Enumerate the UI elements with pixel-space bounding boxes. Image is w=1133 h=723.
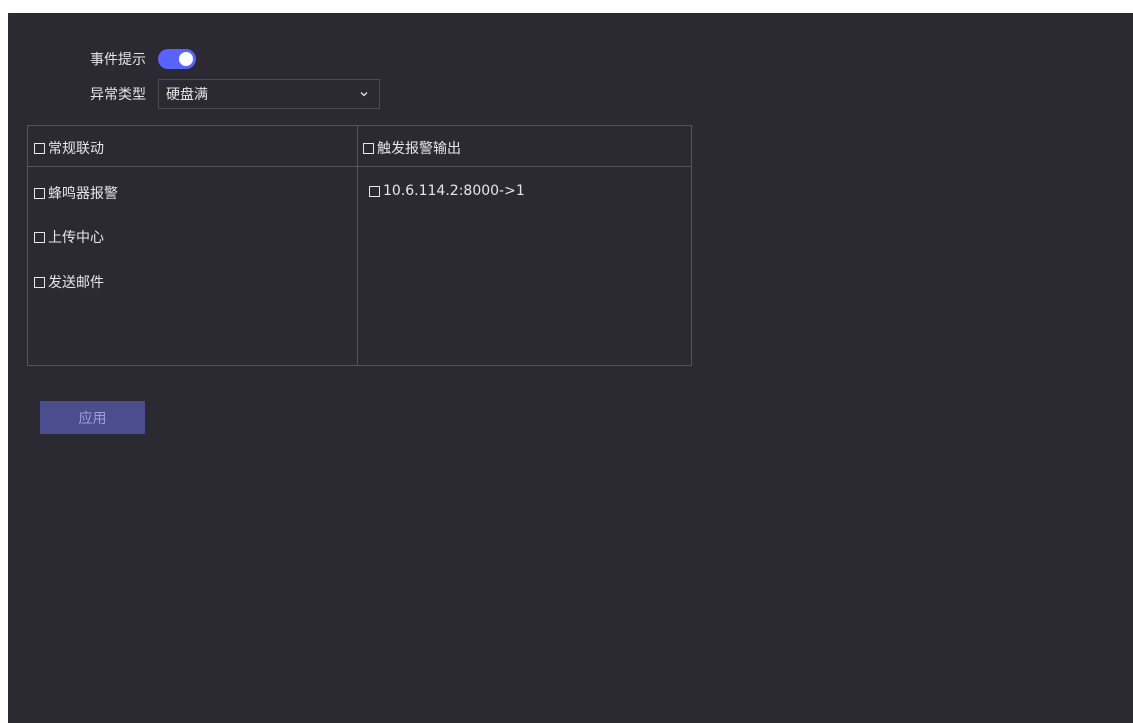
event-hint-toggle[interactable]	[158, 49, 196, 69]
checkbox-icon	[34, 231, 45, 243]
alarm-output-item-checkbox[interactable]: 10.6.114.2:8000->1	[369, 183, 525, 199]
normal-linkage-header-checkbox[interactable]: 常规联动	[34, 138, 104, 158]
buzzer-alarm-checkbox[interactable]: 蜂鸣器报警	[34, 183, 118, 203]
checkbox-icon	[369, 185, 380, 197]
send-email-label: 发送邮件	[48, 275, 104, 291]
exception-type-label: 异常类型	[90, 87, 146, 103]
trigger-alarm-output-header-label: 触发报警输出	[377, 141, 461, 157]
checkbox-icon	[34, 142, 45, 154]
linkage-table: 常规联动 触发报警输出 蜂鸣器报警 上传中心 发送邮件 10.6.114.2:8…	[27, 125, 692, 366]
checkbox-icon	[34, 187, 45, 199]
trigger-alarm-output-header-checkbox[interactable]: 触发报警输出	[363, 138, 461, 158]
exception-type-row: 异常类型 硬盘满	[71, 79, 380, 109]
upload-center-label: 上传中心	[48, 230, 104, 246]
exception-type-value: 硬盘满	[166, 87, 208, 103]
checkbox-icon	[363, 142, 374, 154]
toggle-knob	[179, 52, 193, 66]
event-hint-row: 事件提示	[71, 49, 196, 69]
header-divider	[28, 166, 691, 167]
exception-settings-panel: 事件提示 异常类型 硬盘满 常规联动 触发报警输出 蜂鸣器报警 上传中心 发送邮…	[8, 13, 1133, 723]
checkbox-icon	[34, 276, 45, 288]
send-email-checkbox[interactable]: 发送邮件	[34, 272, 104, 292]
normal-linkage-header-label: 常规联动	[48, 141, 104, 157]
column-divider	[357, 126, 358, 365]
chevron-down-icon	[360, 92, 368, 97]
event-hint-label: 事件提示	[90, 52, 146, 68]
upload-center-checkbox[interactable]: 上传中心	[34, 227, 104, 247]
buzzer-alarm-label: 蜂鸣器报警	[48, 186, 118, 202]
apply-button[interactable]: 应用	[40, 401, 145, 434]
exception-type-select[interactable]: 硬盘满	[158, 79, 380, 109]
alarm-output-item-label: 10.6.114.2:8000->1	[383, 183, 525, 199]
